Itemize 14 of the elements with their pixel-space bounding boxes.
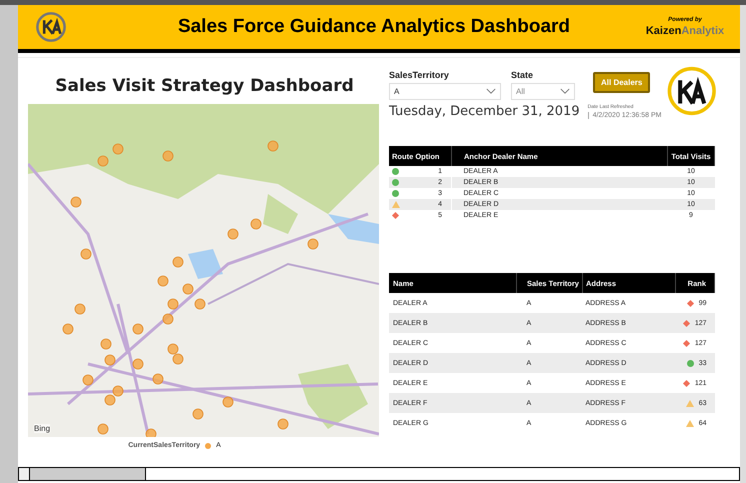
map-title: Sales Visit Strategy Dashboard <box>54 76 355 96</box>
logo-icon <box>34 10 68 44</box>
filter-dropdown[interactable]: All <box>511 83 575 100</box>
chevron-icon <box>486 88 496 95</box>
map-attribution: Bing <box>34 424 50 433</box>
dashboard-title: Sales Force Guidance Analytics Dashboard <box>176 16 572 38</box>
date-text: Tuesday, December 31, 2019 <box>389 104 580 119</box>
all-dealers-button[interactable]: All Dealers <box>593 72 650 93</box>
chevron-icon <box>560 88 570 95</box>
filter-dropdown[interactable]: A <box>389 83 501 100</box>
filter-label: SalesTerritory <box>389 70 450 80</box>
brand-name: KaizenAnalytix <box>646 25 724 37</box>
scrollbar[interactable] <box>18 467 740 481</box>
filter-label: State <box>511 70 534 80</box>
